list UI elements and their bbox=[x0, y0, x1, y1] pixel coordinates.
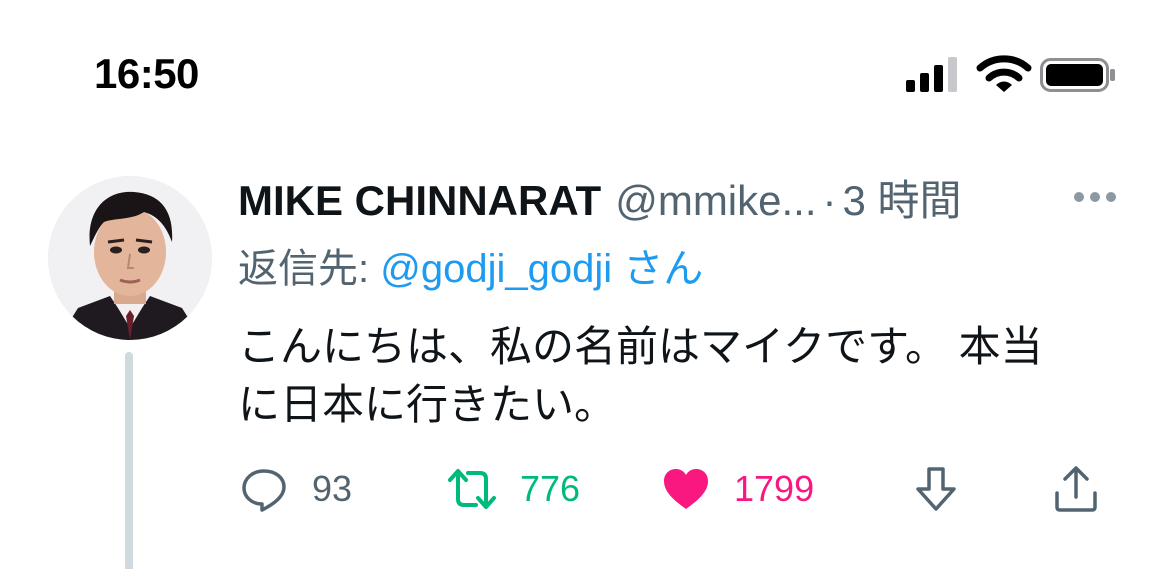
status-time: 16:50 bbox=[94, 50, 199, 97]
download-icon bbox=[916, 467, 956, 511]
author-handle[interactable]: @mmike... bbox=[615, 177, 816, 224]
tweet-screen: 16:50 MIKE CHINNARAT @mmike... · 3 時間 返信… bbox=[0, 0, 1170, 569]
retweet-icon bbox=[448, 469, 496, 509]
reply-prefix: 返信先: bbox=[238, 247, 381, 291]
header-separator: · bbox=[822, 177, 837, 224]
author-avatar[interactable] bbox=[48, 176, 212, 340]
signal-icon bbox=[906, 57, 957, 92]
like-count: 1799 bbox=[734, 468, 815, 509]
reply-suffix: さん bbox=[612, 247, 704, 291]
tweet-text: こんにちは、私の名前はマイクです。 本当 に日本に行きたい。 bbox=[238, 323, 1043, 428]
thread-line bbox=[125, 352, 133, 569]
tweet-header: MIKE CHINNARAT @mmike... · 3 時間 bbox=[238, 176, 962, 226]
like-icon bbox=[664, 469, 708, 509]
download-button[interactable] bbox=[912, 464, 960, 514]
wifi-icon bbox=[976, 55, 1032, 92]
retweet-button[interactable]: 776 bbox=[448, 464, 580, 514]
tweet-timestamp[interactable]: 3 時間 bbox=[843, 177, 962, 224]
reply-icon bbox=[242, 469, 286, 512]
reply-count: 93 bbox=[312, 468, 353, 509]
reply-context: 返信先: @godji_godji さん bbox=[238, 244, 703, 294]
author-name[interactable]: MIKE CHINNARAT bbox=[238, 177, 601, 224]
share-button[interactable] bbox=[1052, 464, 1100, 514]
reply-handle-link[interactable]: @godji_godji bbox=[380, 247, 612, 291]
share-icon bbox=[1055, 466, 1097, 512]
retweet-count: 776 bbox=[520, 468, 581, 509]
battery-icon bbox=[1040, 58, 1115, 92]
avatar-photo bbox=[48, 176, 212, 340]
reply-button[interactable]: 93 bbox=[240, 464, 352, 514]
like-button[interactable]: 1799 bbox=[662, 464, 814, 514]
more-icon[interactable] bbox=[1072, 190, 1118, 204]
